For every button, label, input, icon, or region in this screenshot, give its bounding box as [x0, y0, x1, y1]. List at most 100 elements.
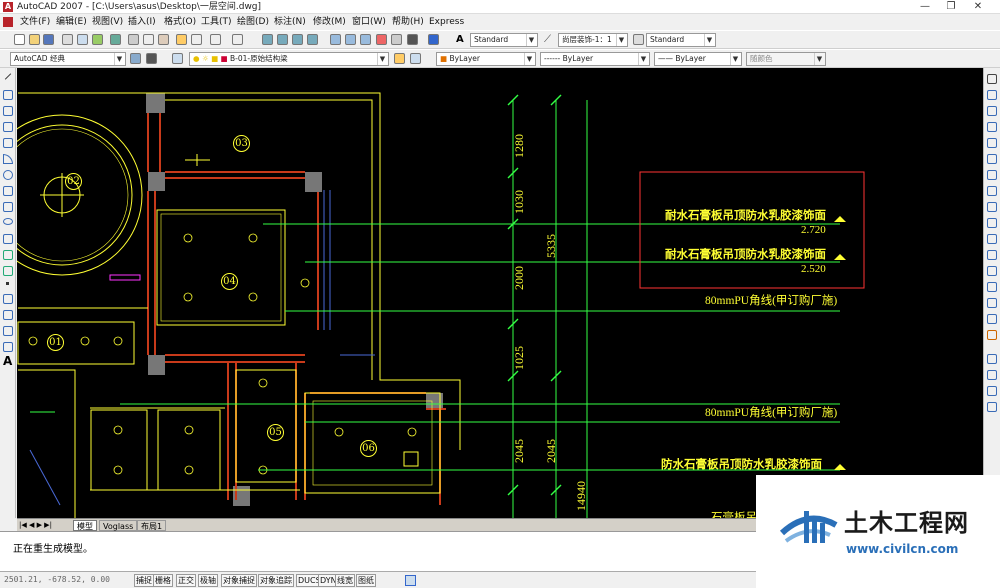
otrack-toggle[interactable]: 对象追踪 [258, 574, 294, 587]
menu-draw[interactable]: 绘图(D) [237, 16, 269, 28]
menu-express[interactable]: Express [429, 16, 464, 28]
hatch-icon[interactable] [3, 294, 13, 304]
construction-line-icon[interactable] [3, 90, 13, 100]
make-block-icon[interactable] [3, 266, 13, 276]
menu-tools[interactable]: 工具(T) [201, 16, 232, 28]
osnap-toggle[interactable]: 对象捕捉 [221, 574, 257, 587]
offset-icon[interactable] [987, 122, 997, 132]
restore-button[interactable]: ❐ [938, 0, 964, 14]
arc-icon[interactable] [3, 154, 13, 164]
minimize-button[interactable]: — [912, 0, 938, 14]
snap-toggle[interactable]: 捕捉 [134, 574, 154, 587]
app-menu-icon[interactable] [3, 17, 13, 27]
table-style-dropdown[interactable]: Standard ▼ [646, 33, 716, 47]
linetype-dropdown[interactable]: ------ ByLayer ▼ [540, 52, 650, 66]
print-icon[interactable] [62, 34, 73, 45]
chamfer-icon[interactable] [987, 298, 997, 308]
copy-icon[interactable] [143, 34, 154, 45]
erase-icon[interactable] [987, 74, 997, 84]
new-icon[interactable] [14, 34, 25, 45]
grid-toggle[interactable]: 栅格 [153, 574, 173, 587]
redo-icon[interactable] [232, 34, 243, 45]
mirror-icon[interactable] [987, 106, 997, 116]
zoom-realtime-icon[interactable] [277, 34, 288, 45]
stretch-icon[interactable] [987, 202, 997, 212]
layer-manager-icon[interactable] [172, 53, 183, 64]
menu-help[interactable]: 帮助(H) [392, 16, 424, 28]
draworder-front-icon[interactable] [987, 354, 997, 364]
text-style-dropdown[interactable]: Standard ▼ [470, 33, 538, 47]
trim-icon[interactable] [987, 218, 997, 228]
circle-icon[interactable] [3, 170, 13, 180]
layer-previous-icon[interactable] [410, 53, 421, 64]
lineweight-toggle[interactable]: 线宽 [335, 574, 355, 587]
insert-block-icon[interactable] [3, 250, 13, 260]
sheet-set-icon[interactable] [376, 34, 387, 45]
revcloud-icon[interactable] [3, 186, 13, 196]
tab-layout1[interactable]: 布局1 [137, 520, 167, 531]
menu-format[interactable]: 格式(O) [164, 16, 196, 28]
pan-icon[interactable] [262, 34, 273, 45]
spline-icon[interactable] [3, 202, 13, 212]
close-button[interactable]: ✕ [965, 0, 991, 14]
lineweight-dropdown[interactable]: —— ByLayer ▼ [654, 52, 742, 66]
array-icon[interactable] [987, 138, 997, 148]
dim-style-dropdown[interactable]: 尚层装饰-1：1 ▼ [558, 33, 628, 47]
point-icon[interactable] [6, 282, 9, 285]
menu-insert[interactable]: 插入(I) [128, 16, 156, 28]
undo-icon[interactable] [210, 34, 221, 45]
polyline-icon[interactable] [3, 106, 13, 116]
calculator-icon[interactable] [407, 34, 418, 45]
tab-model[interactable]: 模型 [73, 520, 97, 531]
publish-icon[interactable] [92, 34, 103, 45]
markup-icon[interactable] [391, 34, 402, 45]
zoom-previous-icon[interactable] [307, 34, 318, 45]
draworder-under-icon[interactable] [987, 402, 997, 412]
open-icon[interactable] [29, 34, 40, 45]
scale-icon[interactable] [987, 186, 997, 196]
ellipse-arc-icon[interactable] [3, 234, 13, 244]
region-icon[interactable] [3, 326, 13, 336]
break-icon[interactable] [987, 266, 997, 276]
cut-icon[interactable] [128, 34, 139, 45]
tab-voglass[interactable]: Voglass [99, 520, 138, 531]
draworder-above-icon[interactable] [987, 386, 997, 396]
polygon-icon[interactable] [3, 122, 13, 132]
workspace-save-icon[interactable] [146, 53, 157, 64]
workspace-dropdown[interactable]: AutoCAD 经典 ▼ [10, 52, 126, 66]
viewport-icon[interactable] [405, 575, 416, 586]
explode-icon[interactable] [987, 330, 997, 340]
polar-toggle[interactable]: 极轴 [198, 574, 218, 587]
match-properties-icon[interactable] [176, 34, 187, 45]
plotstyle-dropdown[interactable]: 随颜色 ▼ [746, 52, 826, 66]
copy-object-icon[interactable] [987, 90, 997, 100]
save-icon[interactable] [43, 34, 54, 45]
fillet-icon[interactable] [987, 314, 997, 324]
menu-view[interactable]: 视图(V) [92, 16, 123, 28]
color-dropdown[interactable]: ■ ByLayer ▼ [436, 52, 536, 66]
tab-nav-arrows[interactable]: |◀ ◀ ▶ ▶| [19, 521, 52, 529]
menu-window[interactable]: 窗口(W) [352, 16, 386, 28]
extend-icon[interactable] [987, 234, 997, 244]
preview-icon[interactable] [77, 34, 88, 45]
ortho-toggle[interactable]: 正交 [176, 574, 196, 587]
menu-modify[interactable]: 修改(M) [313, 16, 346, 28]
paper-toggle[interactable]: 图纸 [356, 574, 376, 587]
drawing-canvas[interactable]: 02 03 04 01 05 06 1280 1030 2000 1025 20… [17, 68, 983, 518]
design-center-icon[interactable] [345, 34, 356, 45]
table-icon[interactable] [3, 342, 13, 352]
block-editor-icon[interactable] [191, 34, 202, 45]
join-icon[interactable] [987, 282, 997, 292]
rectangle-icon[interactable] [3, 138, 13, 148]
3d-icon[interactable] [110, 34, 121, 45]
layer-dropdown[interactable]: ● ☼ ■ ■ B-01-原始结构梁 ▼ [189, 52, 389, 66]
ellipse-icon[interactable] [3, 218, 13, 225]
menu-dimension[interactable]: 标注(N) [274, 16, 306, 28]
multiline-text-icon[interactable]: A [3, 354, 12, 368]
rotate-icon[interactable] [987, 170, 997, 180]
line-icon[interactable] [4, 73, 12, 80]
menu-edit[interactable]: 编辑(E) [56, 16, 87, 28]
draworder-back-icon[interactable] [987, 370, 997, 380]
gradient-icon[interactable] [3, 310, 13, 320]
help-icon[interactable] [428, 34, 439, 45]
